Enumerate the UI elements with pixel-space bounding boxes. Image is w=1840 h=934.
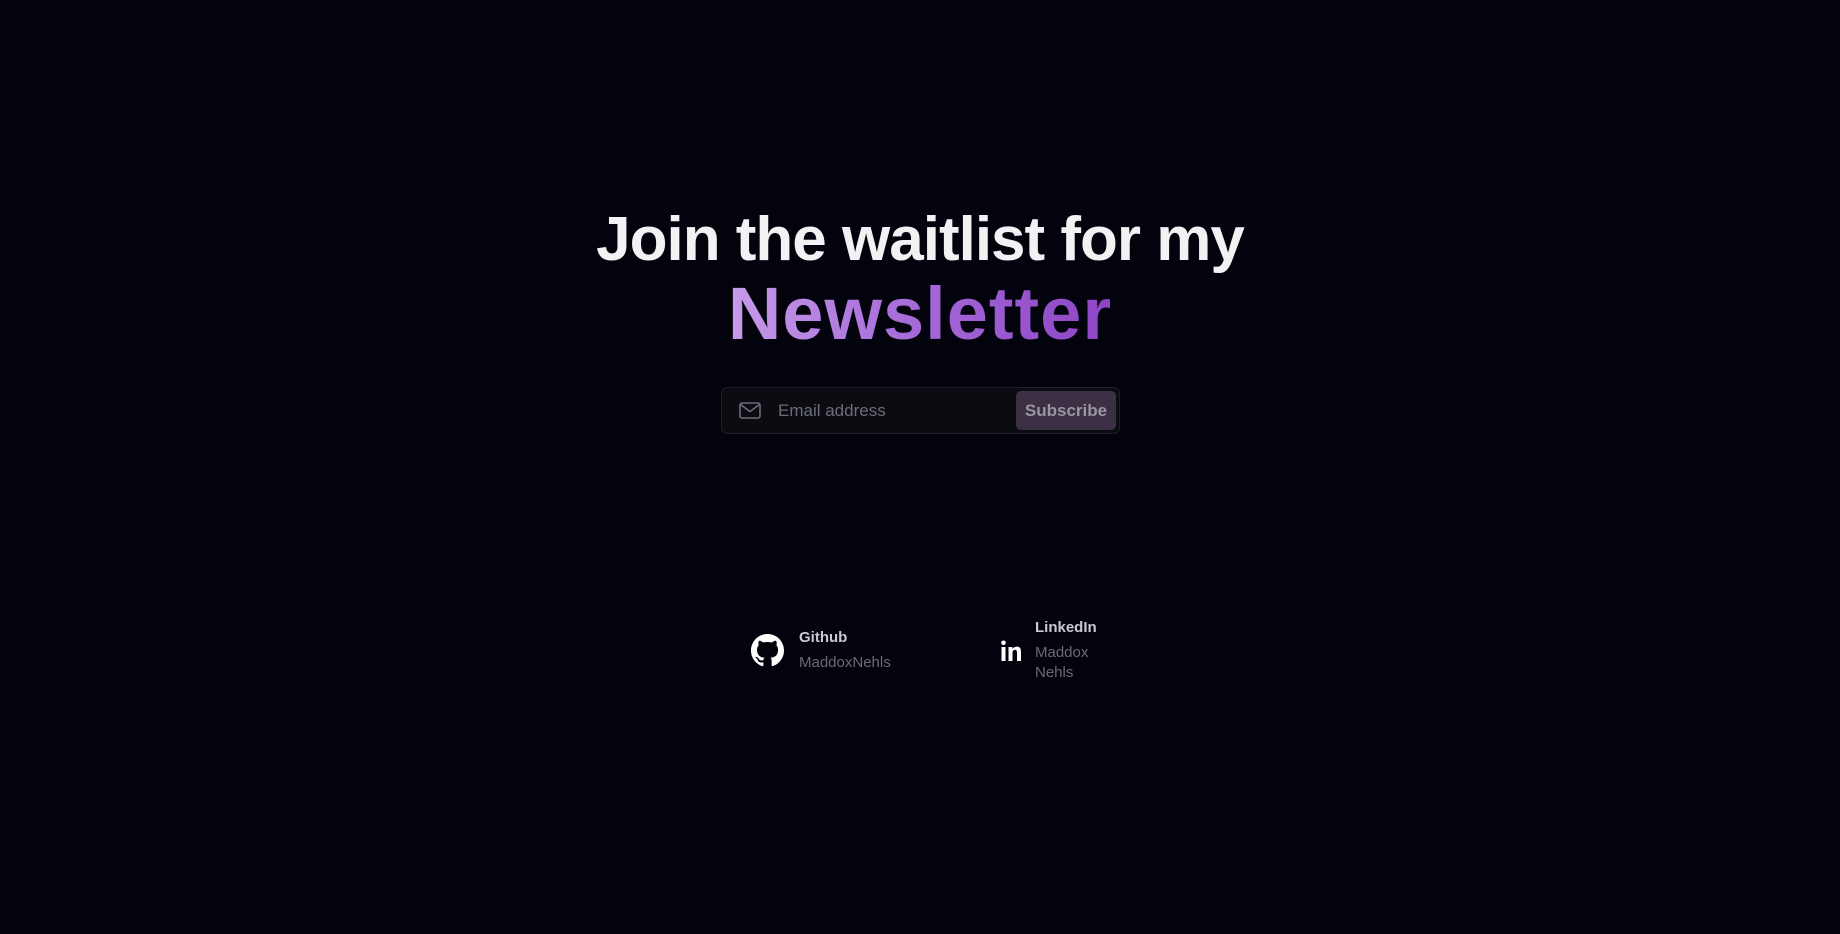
linkedin-title: LinkedIn (1035, 619, 1097, 636)
github-link[interactable]: Github MaddoxNehls (750, 628, 891, 673)
github-handle: MaddoxNehls (799, 654, 891, 671)
linkedin-handle: Maddox Nehls (1035, 644, 1089, 681)
signup-form: Subscribe (721, 387, 1120, 434)
mail-icon (738, 402, 762, 420)
headline-accent: Newsletter (727, 272, 1113, 355)
email-input[interactable] (776, 387, 1016, 434)
linkedin-icon (998, 634, 1024, 668)
linkedin-link[interactable]: LinkedIn Maddox Nehls (998, 618, 1097, 683)
subscribe-button[interactable]: Subscribe (1016, 391, 1116, 430)
hero: Join the waitlist for my Newsletter (0, 204, 1840, 354)
github-icon (750, 634, 784, 668)
github-title: Github (799, 629, 848, 646)
github-text: Github MaddoxNehls (799, 628, 891, 673)
headline: Join the waitlist for my (596, 205, 1245, 274)
linkedin-text: LinkedIn Maddox Nehls (1035, 618, 1097, 683)
page: Join the waitlist for my Newsletter Subs… (0, 0, 1840, 934)
